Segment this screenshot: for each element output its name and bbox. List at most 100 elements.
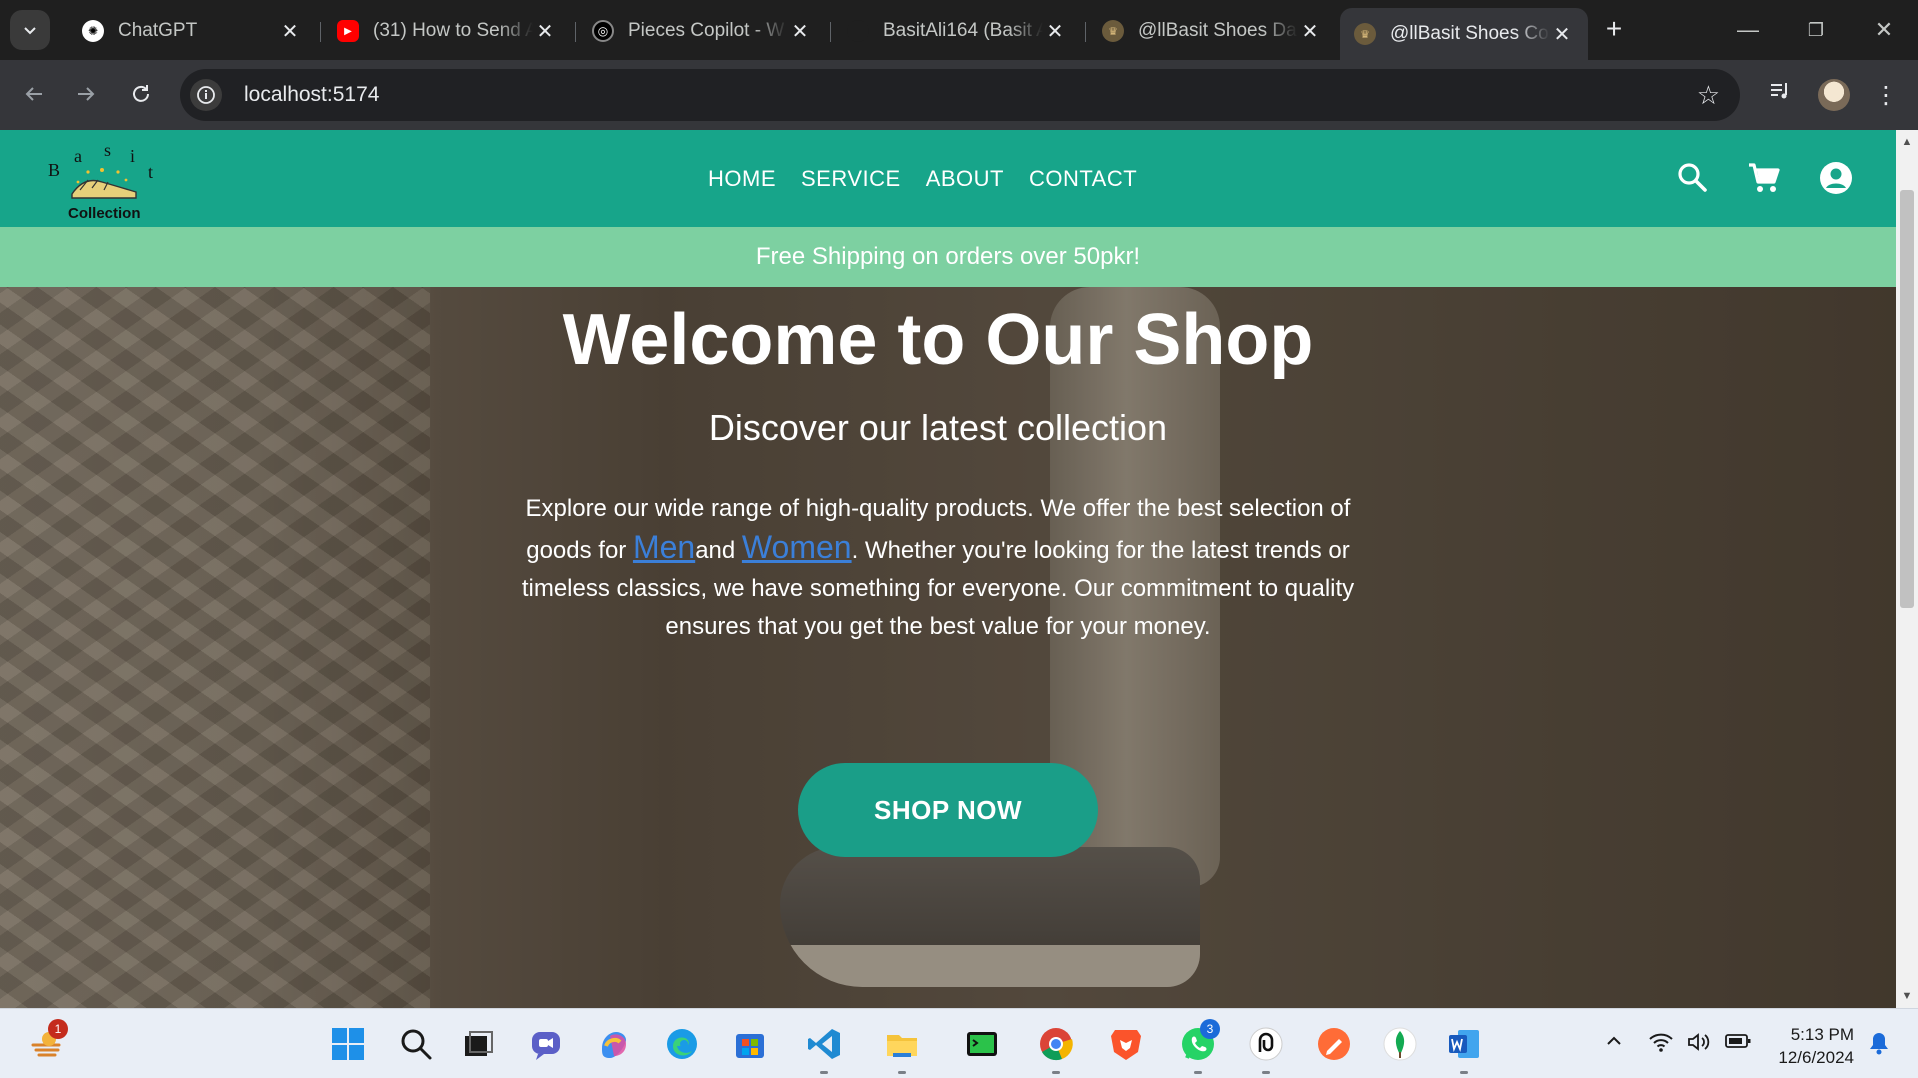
browser-tab-github[interactable]: BasitAli164 (Basit A ✕ xyxy=(833,10,1081,52)
hero-subtitle: Discover our latest collection xyxy=(708,407,1168,448)
file-explorer-icon[interactable] xyxy=(882,1024,922,1064)
system-clock[interactable]: 5:13 PM 12/6/2024 xyxy=(1768,1023,1854,1069)
hero-overlay xyxy=(0,287,1896,1008)
restore-button[interactable]: ❐ xyxy=(1794,12,1838,48)
nav-contact[interactable]: CONTACT xyxy=(1029,166,1137,192)
arrow-left-icon xyxy=(25,87,42,101)
scrollbar-thumb[interactable] xyxy=(1900,190,1914,608)
browser-menu-icon[interactable]: ⋮ xyxy=(1866,76,1906,116)
men-link[interactable]: Men xyxy=(633,529,695,565)
pieces-icon: ◎ xyxy=(592,20,614,42)
browser-tab-youtube[interactable]: ▶ (31) How to Send A ✕ xyxy=(323,10,571,52)
close-window-button[interactable]: ✕ xyxy=(1862,12,1906,48)
volume-icon[interactable] xyxy=(1686,1031,1712,1059)
address-bar[interactable]: localhost:5174 ☆ xyxy=(180,69,1740,121)
nav-service[interactable]: SERVICE xyxy=(801,166,901,192)
tab-search-button[interactable] xyxy=(10,10,50,50)
hero-description: Explore our wide range of high-quality p… xyxy=(510,490,1366,646)
chrome-icon[interactable] xyxy=(1036,1024,1076,1064)
browser-tab-strip: ✺ ChatGPT ✕ ▶ (31) How to Send A ✕ ◎ Pie… xyxy=(0,0,1918,60)
microsoft-store-icon[interactable] xyxy=(730,1024,770,1064)
youtube-icon: ▶ xyxy=(337,20,359,42)
running-indicator xyxy=(820,1071,828,1074)
page-scrollbar[interactable]: ▲ ▼ xyxy=(1896,130,1918,1008)
svg-text:t: t xyxy=(148,162,153,182)
tab-title: ChatGPT xyxy=(118,20,198,41)
reload-button[interactable] xyxy=(121,76,161,116)
vscode-icon[interactable] xyxy=(804,1024,844,1064)
close-icon[interactable]: ✕ xyxy=(1550,22,1574,47)
browser-toolbar: localhost:5174 ☆ ⋮ xyxy=(0,60,1918,130)
tab-title: Pieces Copilot - W xyxy=(628,20,785,41)
tab-title: (31) How to Send A xyxy=(373,20,533,41)
back-button[interactable] xyxy=(14,76,54,116)
tab-divider xyxy=(830,22,831,42)
nav-home[interactable]: HOME xyxy=(708,166,776,192)
close-icon[interactable]: ✕ xyxy=(278,19,302,44)
show-hidden-icons-chevron-icon[interactable] xyxy=(1604,1031,1624,1057)
tab-title: @llBasit Shoes Das xyxy=(1138,20,1298,41)
terminal-icon[interactable] xyxy=(962,1024,1002,1064)
word-icon[interactable] xyxy=(1444,1024,1484,1064)
arrow-right-icon xyxy=(78,87,95,101)
browser-tab-dashboard[interactable]: ♛ @llBasit Shoes Das ✕ xyxy=(1088,10,1336,52)
media-control-icon[interactable] xyxy=(1760,76,1800,116)
pieces-icon[interactable] xyxy=(1246,1024,1286,1064)
minimize-button[interactable]: — xyxy=(1726,12,1770,48)
search-icon[interactable] xyxy=(1675,160,1711,196)
widget-badge: 1 xyxy=(48,1019,68,1039)
scroll-up-arrow-icon[interactable]: ▲ xyxy=(1896,132,1918,152)
browser-tab-active[interactable]: ♛ @llBasit Shoes Col ✕ xyxy=(1340,8,1588,60)
tab-divider xyxy=(320,22,321,42)
windows-start-icon[interactable] xyxy=(328,1024,368,1064)
copilot-icon[interactable] xyxy=(594,1024,634,1064)
edge-icon[interactable] xyxy=(662,1024,702,1064)
close-icon[interactable]: ✕ xyxy=(533,19,557,44)
site-header: B a s i t Collection HOME SERVICE ABOUT … xyxy=(0,130,1896,227)
close-icon[interactable]: ✕ xyxy=(788,19,812,44)
running-indicator xyxy=(1460,1071,1468,1074)
wifi-icon[interactable] xyxy=(1648,1031,1674,1059)
svg-text:a: a xyxy=(74,146,82,166)
github-icon xyxy=(847,20,869,42)
browser-tab-pieces[interactable]: ◎ Pieces Copilot - W ✕ xyxy=(578,10,826,52)
site-logo[interactable]: B a s i t Collection xyxy=(44,136,164,224)
brave-icon[interactable] xyxy=(1106,1024,1146,1064)
running-indicator xyxy=(898,1071,906,1074)
svg-text:i: i xyxy=(130,146,135,166)
task-view-icon[interactable] xyxy=(458,1024,498,1064)
search-icon[interactable] xyxy=(396,1024,436,1064)
scroll-down-arrow-icon[interactable]: ▼ xyxy=(1896,986,1918,1006)
page-viewport: B a s i t Collection HOME SERVICE ABOUT … xyxy=(0,130,1896,1008)
shop-now-button[interactable]: SHOP NOW xyxy=(798,763,1098,857)
svg-text:s: s xyxy=(104,140,111,160)
clock-time: 5:13 PM xyxy=(1790,1025,1854,1044)
reload-icon xyxy=(133,85,149,102)
logo-caption: Collection xyxy=(68,205,141,222)
nav-about[interactable]: ABOUT xyxy=(926,166,1004,192)
chatgpt-icon: ✺ xyxy=(82,20,104,42)
forward-button[interactable] xyxy=(66,76,106,116)
site-info-icon[interactable] xyxy=(190,79,222,111)
chevron-down-icon xyxy=(24,27,36,35)
whatsapp-badge: 3 xyxy=(1200,1019,1220,1039)
browser-tab-chatgpt[interactable]: ✺ ChatGPT ✕ xyxy=(68,10,316,52)
new-tab-button[interactable]: + xyxy=(1598,14,1630,46)
url-text[interactable]: localhost:5174 xyxy=(244,83,379,107)
profile-avatar[interactable] xyxy=(1818,79,1850,111)
women-link[interactable]: Women xyxy=(742,529,852,565)
mongodb-compass-icon[interactable] xyxy=(1380,1024,1420,1064)
notification-bell-icon[interactable] xyxy=(1868,1031,1890,1061)
clock-date: 12/6/2024 xyxy=(1778,1048,1854,1067)
site-favicon: ♛ xyxy=(1102,20,1124,42)
postman-icon[interactable] xyxy=(1314,1024,1354,1064)
cart-icon[interactable] xyxy=(1746,160,1782,196)
bookmark-star-icon[interactable]: ☆ xyxy=(1697,81,1720,109)
close-icon[interactable]: ✕ xyxy=(1298,19,1322,44)
battery-icon[interactable] xyxy=(1724,1031,1752,1057)
promo-banner: Free Shipping on orders over 50pkr! xyxy=(0,227,1896,287)
account-icon[interactable] xyxy=(1818,160,1854,196)
running-indicator xyxy=(1052,1071,1060,1074)
teams-chat-icon[interactable] xyxy=(526,1024,566,1064)
close-icon[interactable]: ✕ xyxy=(1043,19,1067,44)
